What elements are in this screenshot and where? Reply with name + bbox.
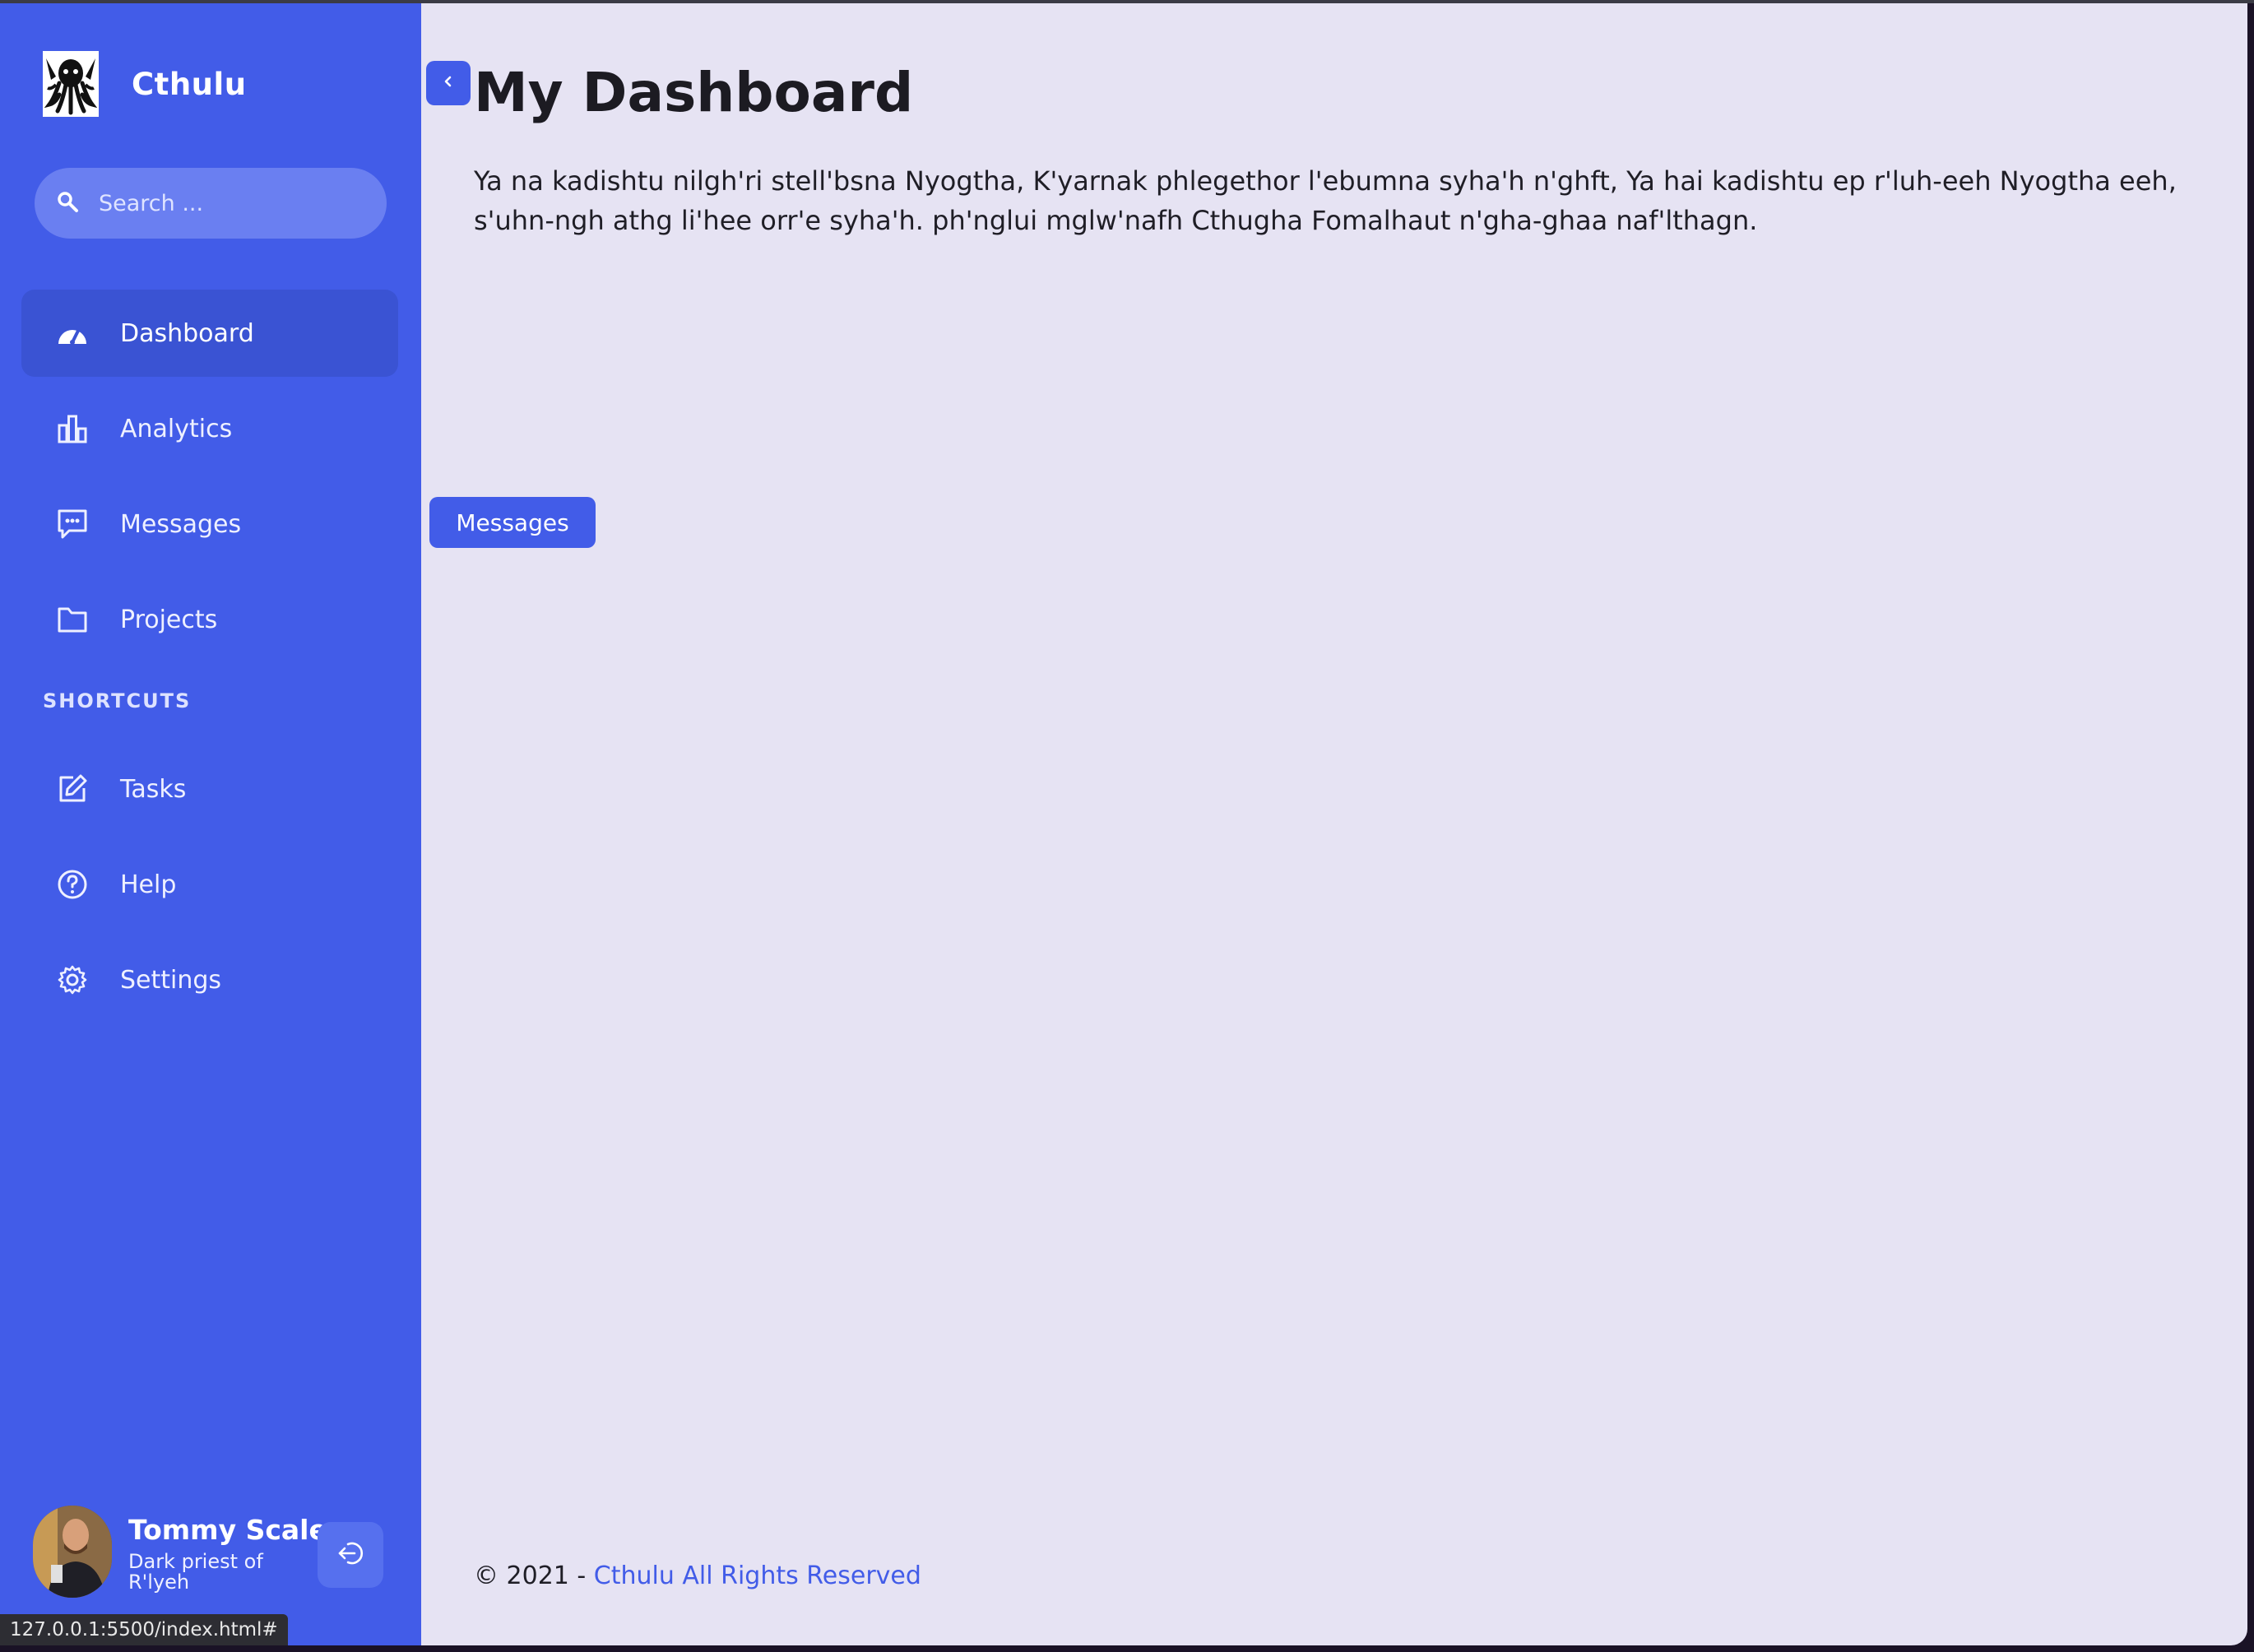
chevron-left-icon: [441, 74, 456, 92]
sidebar-item-analytics[interactable]: Analytics: [21, 385, 398, 472]
sidebar-item-messages[interactable]: Messages: [21, 480, 398, 568]
user-profile: Tommy Scale Dark priest of R'lyeh: [33, 1502, 395, 1601]
logout-icon: [336, 1539, 364, 1571]
app-window: Cthulu Dashboard Analytics Messages: [0, 3, 2247, 1645]
search-input[interactable]: [99, 190, 346, 216]
profile-name: Tommy Scale: [128, 1514, 327, 1546]
sidebar-collapse-button[interactable]: [426, 61, 471, 105]
footer: © 2021 - Cthulu All Rights Reserved: [474, 1562, 921, 1590]
footer-link[interactable]: Cthulu All Rights Reserved: [594, 1562, 921, 1590]
sidebar-item-projects[interactable]: Projects: [21, 576, 398, 663]
sidebar-item-label: Dashboard: [120, 318, 254, 348]
edit-icon: [56, 773, 89, 805]
folder-icon: [56, 603, 89, 636]
brand-name: Cthulu: [132, 66, 247, 102]
sidebar-item-label: Help: [120, 870, 177, 899]
status-bar-url: 127.0.0.1:5500/index.html#: [0, 1614, 288, 1645]
cthulhu-logo-icon: [43, 51, 99, 117]
main-content: My Dashboard Ya na kadishtu nilgh'ri ste…: [421, 3, 2247, 1645]
brand[interactable]: Cthulu: [43, 51, 247, 117]
sidebar: Cthulu Dashboard Analytics Messages: [0, 3, 421, 1645]
sidebar-item-label: Projects: [120, 605, 218, 634]
sidebar-item-settings[interactable]: Settings: [21, 936, 398, 1023]
message-icon: [56, 508, 89, 541]
shortcuts-heading: SHORTCUTS: [43, 689, 192, 712]
sidebar-item-label: Messages: [120, 509, 242, 539]
sidebar-item-label: Analytics: [120, 414, 233, 443]
sidebar-item-label: Tasks: [120, 774, 187, 804]
search-box[interactable]: [35, 168, 387, 239]
messages-button[interactable]: Messages: [429, 497, 596, 548]
footer-copyright: © 2021 -: [474, 1562, 594, 1590]
sidebar-item-help[interactable]: Help: [21, 841, 398, 928]
avatar[interactable]: [33, 1506, 112, 1598]
sidebar-item-dashboard[interactable]: Dashboard: [21, 290, 398, 377]
bar-chart-icon: [56, 412, 89, 445]
sidebar-item-tasks[interactable]: Tasks: [21, 745, 398, 833]
search-icon: [56, 190, 79, 216]
sidebar-item-label: Settings: [120, 965, 222, 995]
help-circle-icon: [56, 868, 89, 901]
gear-icon: [56, 963, 89, 996]
page-title: My Dashboard: [474, 61, 914, 124]
logout-button[interactable]: [318, 1522, 383, 1588]
intro-text: Ya na kadishtu nilgh'ri stell'bsna Nyogt…: [474, 165, 2177, 236]
dashboard-gauge-icon: [56, 317, 89, 350]
profile-role: Dark priest of R'lyeh: [128, 1550, 263, 1594]
